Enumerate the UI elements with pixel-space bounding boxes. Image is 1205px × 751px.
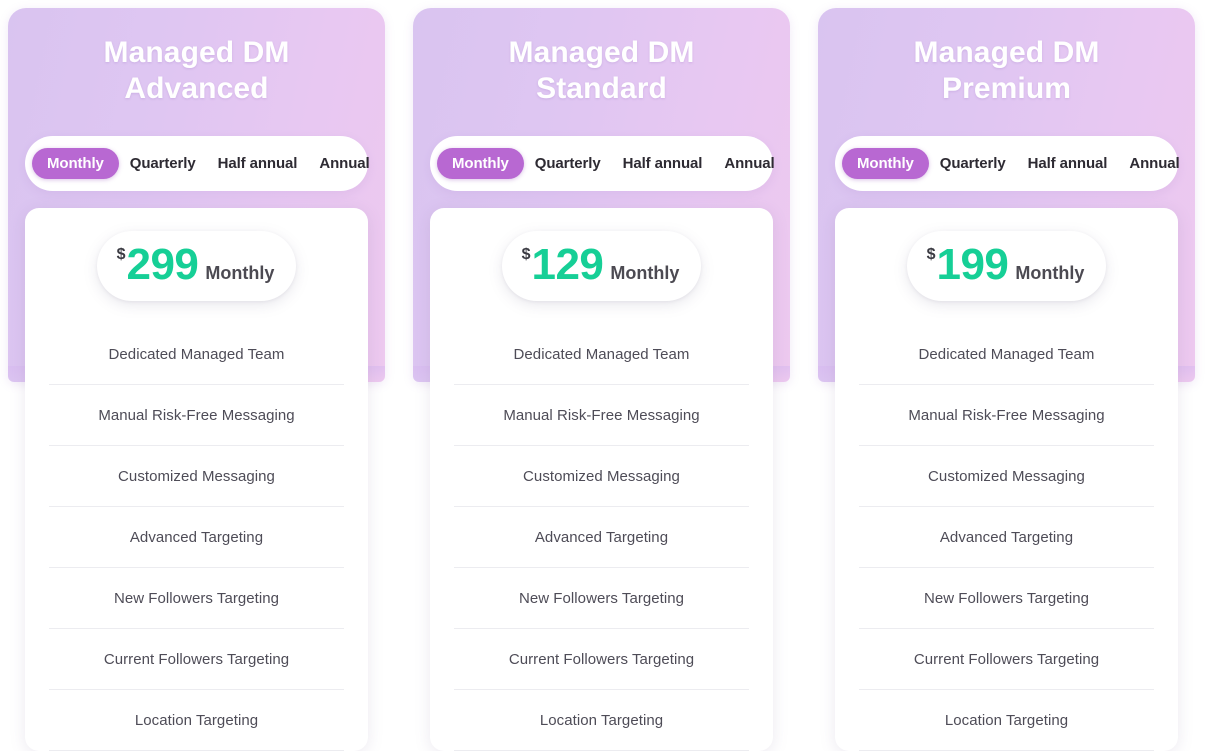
- billing-cycle-option-monthly[interactable]: Monthly: [437, 148, 524, 179]
- price-amount: 199: [936, 240, 1009, 289]
- plan-title-line-2: Advanced: [124, 72, 269, 105]
- card-body: $129 Monthly Dedicated Managed Team Manual …: [430, 208, 773, 751]
- plan-title-line-2: Standard: [536, 72, 667, 105]
- price-pill: $129 Monthly: [501, 231, 702, 301]
- feature-row: Current Followers Targeting: [454, 629, 749, 690]
- plan-title-line-1: Managed DM: [103, 36, 290, 69]
- billing-cycle-switch[interactable]: Monthly Quarterly Half annual Annual: [835, 136, 1180, 191]
- feature-row: Customized Messaging: [454, 446, 749, 507]
- pricing-page: Managed DM Advanced Monthly Quarterly Half a…: [0, 0, 1205, 751]
- billing-cycle-option-half-annual[interactable]: Half annual: [207, 148, 309, 179]
- feature-row: Location Targeting: [49, 690, 344, 751]
- feature-row: New Followers Targeting: [49, 568, 344, 629]
- feature-row: Manual Risk-Free Messaging: [859, 385, 1154, 446]
- billing-cycle-option-half-annual[interactable]: Half annual: [1017, 148, 1119, 179]
- feature-row: Current Followers Targeting: [49, 629, 344, 690]
- price-currency-symbol: $: [521, 246, 531, 263]
- plan-title: Managed DM Advanced: [8, 8, 385, 107]
- feature-list: Dedicated Managed Team Manual Risk-Free M…: [25, 324, 368, 751]
- feature-row: Advanced Targeting: [454, 507, 749, 568]
- feature-row: Current Followers Targeting: [859, 629, 1154, 690]
- billing-cycle-switch[interactable]: Monthly Quarterly Half annual Annual: [25, 136, 370, 191]
- price-zone: $129 Monthly: [430, 208, 773, 324]
- card-body: $199 Monthly Dedicated Managed Team Manual …: [835, 208, 1178, 751]
- price-pill: $199 Monthly: [906, 231, 1107, 301]
- plan-title: Managed DM Standard: [413, 8, 790, 107]
- price-currency-symbol: $: [926, 246, 936, 263]
- feature-row: Dedicated Managed Team: [454, 324, 749, 385]
- feature-row: New Followers Targeting: [859, 568, 1154, 629]
- feature-row: New Followers Targeting: [454, 568, 749, 629]
- billing-cycle-option-quarterly[interactable]: Quarterly: [524, 148, 612, 179]
- feature-row: Customized Messaging: [859, 446, 1154, 507]
- pricing-card-standard: Managed DM Standard Monthly Quarterly Half a…: [413, 8, 790, 751]
- billing-cycle-option-annual[interactable]: Annual: [1118, 148, 1190, 179]
- feature-row: Customized Messaging: [49, 446, 344, 507]
- feature-row: Manual Risk-Free Messaging: [49, 385, 344, 446]
- feature-row: Advanced Targeting: [49, 507, 344, 568]
- billing-cycle-option-half-annual[interactable]: Half annual: [612, 148, 714, 179]
- price-zone: $299 Monthly: [25, 208, 368, 324]
- feature-row: Dedicated Managed Team: [49, 324, 344, 385]
- card-body: $299 Monthly Dedicated Managed Team Manual …: [25, 208, 368, 751]
- billing-cycle-option-quarterly[interactable]: Quarterly: [119, 148, 207, 179]
- billing-cycle-option-monthly[interactable]: Monthly: [32, 148, 119, 179]
- feature-row: Advanced Targeting: [859, 507, 1154, 568]
- feature-row: Location Targeting: [454, 690, 749, 751]
- price-period: Monthly: [610, 263, 680, 283]
- feature-row: Location Targeting: [859, 690, 1154, 751]
- pricing-card-advanced: Managed DM Advanced Monthly Quarterly Half a…: [8, 8, 385, 751]
- price-currency-symbol: $: [116, 246, 126, 263]
- pricing-card-premium: Managed DM Premium Monthly Quarterly Half an…: [818, 8, 1195, 751]
- feature-list: Dedicated Managed Team Manual Risk-Free M…: [835, 324, 1178, 751]
- billing-cycle-option-monthly[interactable]: Monthly: [842, 148, 929, 179]
- price-zone: $199 Monthly: [835, 208, 1178, 324]
- price-amount: 129: [531, 240, 604, 289]
- price-pill: $299 Monthly: [96, 231, 297, 301]
- price-period: Monthly: [1015, 263, 1085, 283]
- billing-cycle-switch[interactable]: Monthly Quarterly Half annual Annual: [430, 136, 775, 191]
- feature-row: Dedicated Managed Team: [859, 324, 1154, 385]
- billing-cycle-option-annual[interactable]: Annual: [713, 148, 785, 179]
- billing-cycle-option-quarterly[interactable]: Quarterly: [929, 148, 1017, 179]
- price-period: Monthly: [205, 263, 275, 283]
- feature-row: Manual Risk-Free Messaging: [454, 385, 749, 446]
- feature-list: Dedicated Managed Team Manual Risk-Free M…: [430, 324, 773, 751]
- plan-title-line-2: Premium: [941, 72, 1072, 105]
- plan-title-line-1: Managed DM: [508, 36, 695, 69]
- billing-cycle-option-annual[interactable]: Annual: [308, 148, 380, 179]
- plan-title: Managed DM Premium: [818, 8, 1195, 107]
- plan-title-line-1: Managed DM: [913, 36, 1100, 69]
- price-amount: 299: [126, 240, 199, 289]
